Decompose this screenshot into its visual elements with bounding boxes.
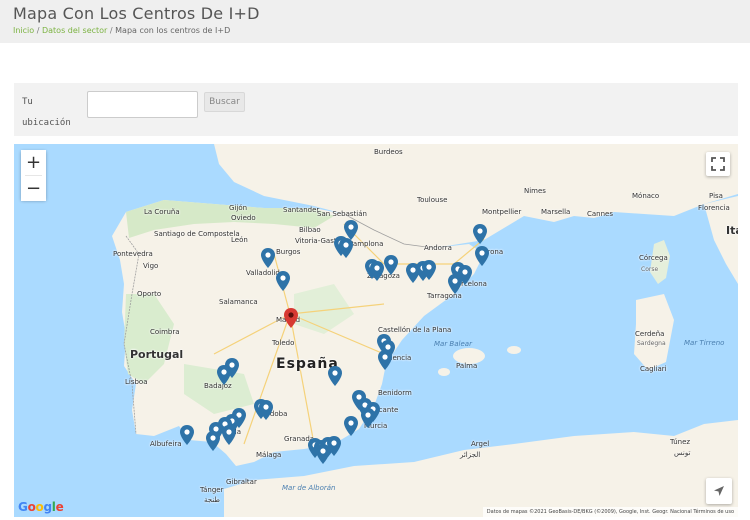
breadcrumb-current: Mapa con los centros de I+D: [115, 26, 231, 35]
map-marker[interactable]: [261, 248, 275, 268]
map-base-layer: [112, 144, 738, 517]
map-label: Albufeira: [150, 440, 182, 448]
map-marker[interactable]: [217, 365, 231, 385]
page-header: Mapa Con Los Centros De I+D Inicio / Dat…: [0, 0, 750, 43]
map-label: Gibraltar: [226, 478, 257, 486]
map-label: Mar Balear: [434, 340, 472, 348]
breadcrumb-separator: /: [36, 26, 40, 35]
fullscreen-button[interactable]: [706, 152, 730, 176]
map-label: Córcega: [639, 254, 668, 262]
zoom-out-button[interactable]: −: [21, 176, 46, 201]
map-label: León: [231, 236, 248, 244]
map-label: Corse: [641, 266, 659, 273]
map-marker[interactable]: [361, 408, 375, 428]
map-label: Castellón de la Plana: [378, 326, 452, 334]
map-label: Marsella: [541, 208, 571, 216]
zoom-in-button[interactable]: +: [21, 150, 46, 175]
map-label: Oviedo: [231, 214, 256, 222]
map-label: تونس: [674, 449, 691, 457]
map-label: Bilbao: [299, 226, 321, 234]
map-label: Burdeos: [374, 148, 403, 156]
map-attribution: Datos de mapas ©2021 GeoBasis-DE/BKG (©2…: [482, 507, 738, 517]
fullscreen-icon: [711, 157, 725, 171]
location-label: Tu ubicación: [22, 97, 71, 128]
map-label: Gijón: [229, 204, 248, 212]
map-label: Mar Tirreno: [684, 339, 725, 347]
map-marker[interactable]: [475, 246, 489, 266]
map-label: الجزائر: [460, 451, 481, 459]
map-marker[interactable]: [180, 425, 194, 445]
map-label: Cagliari: [640, 365, 667, 373]
map-marker[interactable]: [276, 271, 290, 291]
map-label: Túnez: [670, 438, 691, 446]
map-label: Portugal: [130, 348, 184, 361]
map-label: Pamplona: [349, 240, 384, 248]
map-label: Toulouse: [417, 196, 448, 204]
map-label: Montpellier: [482, 208, 522, 216]
map-label: Málaga: [256, 451, 282, 459]
map-label: Andorra: [424, 244, 452, 252]
map-label: Palma: [456, 362, 478, 370]
page-title: Mapa Con Los Centros De I+D: [13, 4, 260, 23]
map-label: Benidorm: [378, 389, 412, 397]
map-label: Pisa: [709, 192, 723, 200]
map-label: Santander: [283, 206, 320, 214]
map-label: Mar de Alborán: [282, 484, 336, 492]
map-marker[interactable]: [316, 444, 330, 464]
map-label: طنجة: [204, 496, 220, 504]
map-marker[interactable]: [259, 400, 273, 420]
map-label: Mónaco: [632, 192, 660, 200]
map-marker[interactable]: [344, 416, 358, 436]
map-marker[interactable]: [222, 425, 236, 445]
map-label: Burgos: [276, 248, 301, 256]
map-label: Pontevedra: [113, 250, 153, 258]
map-marker[interactable]: [422, 260, 436, 280]
map-label: Tánger: [200, 486, 224, 494]
location-search-panel: Tu ubicación Buscar: [14, 83, 738, 136]
map-marker[interactable]: [328, 366, 342, 386]
map-label: Valladolid: [246, 269, 280, 277]
map-marker[interactable]: [370, 261, 384, 281]
map-canvas[interactable]: Burdeos Toulouse Nimes Montpellier Marse…: [14, 144, 738, 517]
breadcrumb-home-link[interactable]: Inicio: [13, 26, 34, 35]
navigation-arrow-icon: [714, 486, 724, 496]
map-label: Oporto: [137, 290, 162, 298]
map-label: Sardegna: [637, 340, 666, 347]
map-marker-selected[interactable]: [284, 308, 298, 328]
map-marker[interactable]: [339, 238, 353, 258]
map-label: Cannes: [587, 210, 614, 218]
map-marker[interactable]: [384, 255, 398, 275]
map-label: Vigo: [143, 262, 159, 270]
map-label: Nimes: [524, 187, 546, 195]
map-label: Santiago de Compostela: [154, 230, 240, 238]
search-button[interactable]: Buscar: [204, 92, 245, 112]
location-input[interactable]: [87, 91, 198, 118]
map-label: Cerdeña: [635, 330, 665, 338]
zoom-control: + −: [21, 150, 46, 201]
map-marker[interactable]: [206, 431, 220, 451]
breadcrumb: Inicio / Datos del sector / Mapa con los…: [13, 26, 230, 35]
map-marker[interactable]: [448, 274, 462, 294]
map-label: Salamanca: [219, 298, 258, 306]
breadcrumb-separator: /: [109, 26, 113, 35]
map-label: Florencia: [698, 204, 730, 212]
map-label: La Coruña: [144, 208, 180, 216]
google-logo: Google: [18, 500, 64, 514]
map-marker[interactable]: [473, 224, 487, 244]
map-label: Lisboa: [125, 378, 148, 386]
my-location-button[interactable]: [706, 478, 732, 504]
map-label: Argel: [471, 440, 490, 448]
breadcrumb-section-link[interactable]: Datos del sector: [42, 26, 107, 35]
map-label: Coimbra: [150, 328, 180, 336]
map-label: Toledo: [272, 339, 295, 347]
map-label: Ita: [726, 224, 738, 237]
map-label: San Sebastián: [317, 210, 367, 218]
map-marker[interactable]: [378, 350, 392, 370]
